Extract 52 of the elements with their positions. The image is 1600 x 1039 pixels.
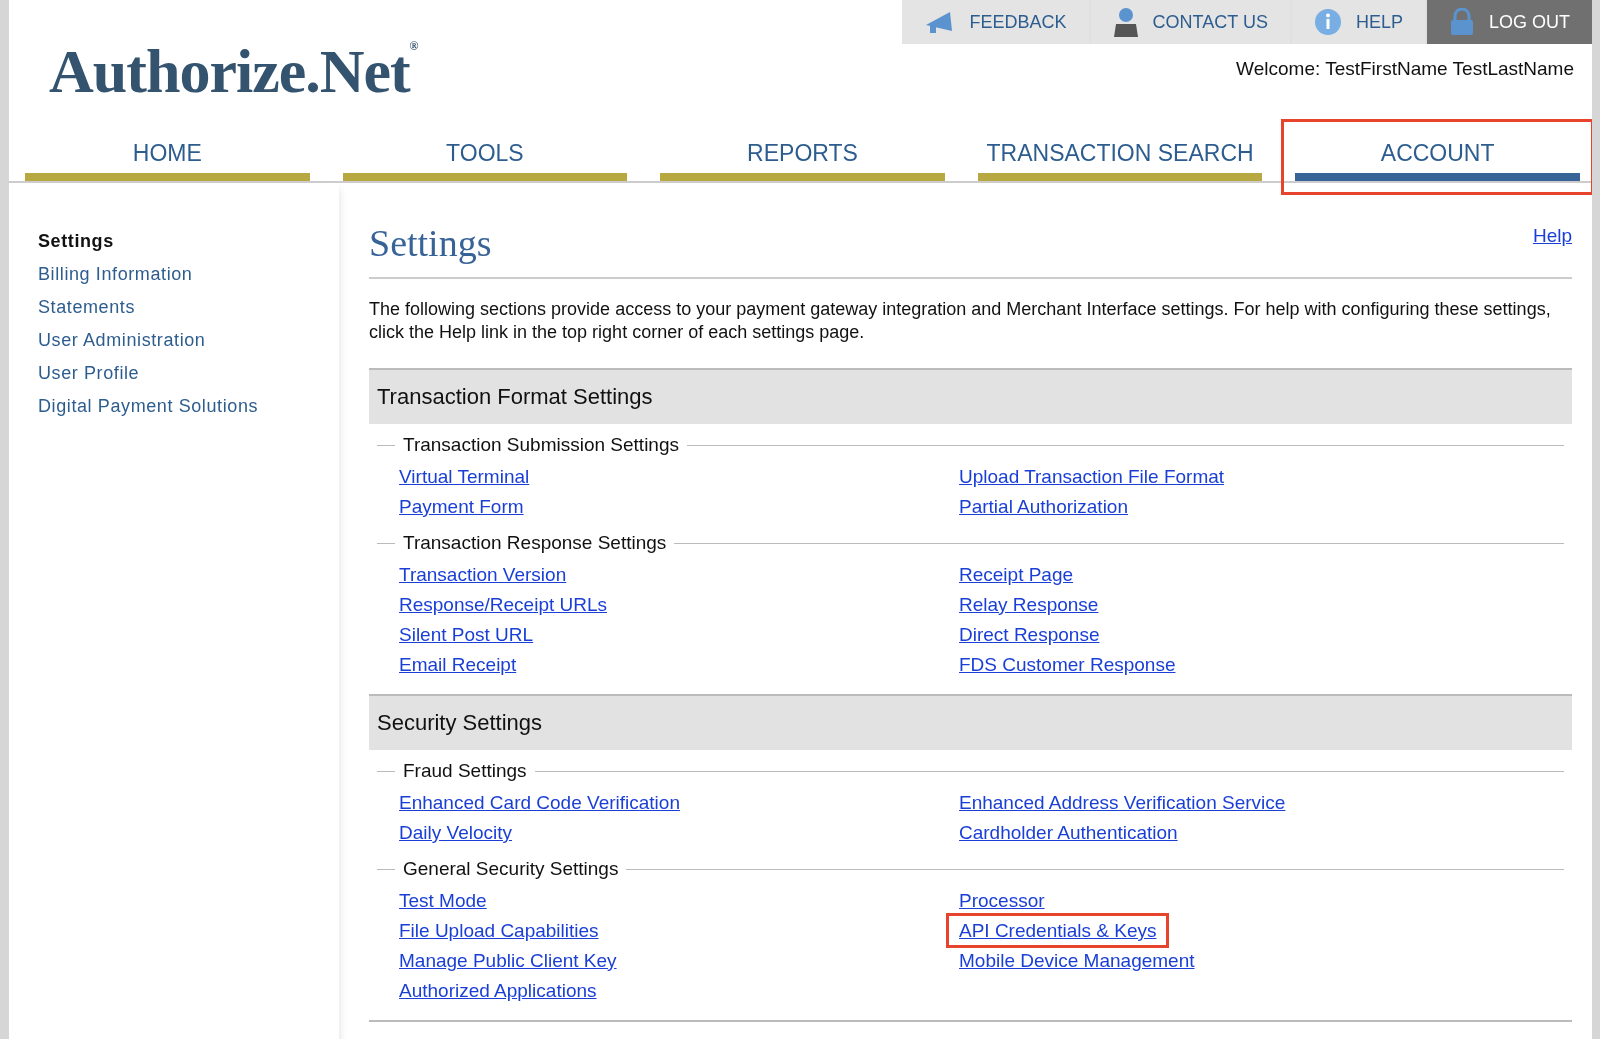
sidebar-item[interactable]: Billing Information bbox=[38, 264, 339, 285]
settings-link[interactable]: Authorized Applications bbox=[399, 980, 597, 1001]
settings-link[interactable]: Test Mode bbox=[399, 890, 487, 911]
page-title: Settings bbox=[369, 221, 492, 265]
group-title: Transaction Response Settings bbox=[403, 532, 667, 554]
settings-link[interactable]: Upload Transaction File Format bbox=[959, 466, 1225, 487]
settings-link[interactable]: Partial Authorization bbox=[959, 496, 1128, 517]
settings-link[interactable]: Virtual Terminal bbox=[399, 466, 530, 487]
settings-link[interactable]: Direct Response bbox=[959, 624, 1100, 645]
settings-link[interactable]: Manage Public Client Key bbox=[399, 950, 617, 971]
settings-link[interactable]: Email Receipt bbox=[399, 654, 517, 675]
nav-tab[interactable]: HOME bbox=[25, 122, 310, 181]
nav-tab[interactable]: TRANSACTION SEARCH bbox=[977, 122, 1263, 181]
settings-link[interactable]: Enhanced Address Verification Service bbox=[959, 792, 1286, 813]
settings-link[interactable]: File Upload Capabilities bbox=[399, 920, 599, 941]
settings-link[interactable]: Response/Receipt URLs bbox=[399, 594, 608, 615]
logo: Authorize.Net® bbox=[49, 40, 418, 107]
info-icon bbox=[1313, 8, 1342, 36]
sidebar-item[interactable]: User Profile bbox=[38, 363, 339, 384]
section-header: Security Settings bbox=[369, 694, 1572, 750]
group-title: Transaction Submission Settings bbox=[403, 434, 679, 456]
top-link[interactable]: HELP bbox=[1291, 0, 1425, 44]
nav-tab[interactable]: TOOLS bbox=[342, 122, 628, 181]
nav-tab[interactable]: REPORTS bbox=[660, 122, 945, 181]
settings-link[interactable]: Mobile Device Management bbox=[959, 950, 1195, 971]
sidebar-item[interactable]: Settings bbox=[38, 231, 339, 252]
lock-icon bbox=[1449, 8, 1475, 36]
top-link[interactable]: LOG OUT bbox=[1427, 0, 1592, 44]
intro-text: The following sections provide access to your payment gateway integration and Merchant Interface settings. For help with configuring these settings, click the Help link in the top right corner of each settings page. bbox=[369, 298, 1552, 344]
sidebar-item[interactable]: User Administration bbox=[38, 330, 339, 351]
sidebar-item[interactable]: Statements bbox=[38, 297, 339, 318]
top-link[interactable]: CONTACT US bbox=[1090, 0, 1290, 44]
settings-link[interactable]: Cardholder Authentication bbox=[959, 822, 1178, 843]
settings-link[interactable]: Relay Response bbox=[959, 594, 1099, 615]
settings-link[interactable]: Transaction Version bbox=[399, 564, 567, 585]
settings-link[interactable]: FDS Customer Response bbox=[959, 654, 1176, 675]
settings-link[interactable]: Daily Velocity bbox=[399, 822, 512, 843]
settings-link[interactable]: Payment Form bbox=[399, 496, 524, 517]
nav-tab[interactable]: ACCOUNT bbox=[1295, 122, 1580, 181]
settings-link[interactable]: Enhanced Card Code Verification bbox=[399, 792, 680, 813]
help-link[interactable]: Help bbox=[1532, 225, 1572, 247]
settings-link[interactable]: Processor bbox=[959, 890, 1045, 911]
section-header: Transaction Format Settings bbox=[369, 368, 1572, 424]
person-icon bbox=[1112, 7, 1139, 37]
settings-link[interactable]: Receipt Page bbox=[959, 564, 1074, 585]
top-link[interactable]: FEEDBACK bbox=[901, 0, 1089, 44]
welcome-text: Welcome: TestFirstName TestLastName bbox=[1236, 58, 1574, 80]
settings-link[interactable]: API Credentials & Keys bbox=[959, 920, 1157, 941]
group-title: General Security Settings bbox=[403, 858, 619, 880]
settings-link[interactable]: Silent Post URL bbox=[399, 624, 534, 645]
sidebar-item[interactable]: Digital Payment Solutions bbox=[38, 396, 339, 417]
group-title: Fraud Settings bbox=[403, 760, 527, 782]
